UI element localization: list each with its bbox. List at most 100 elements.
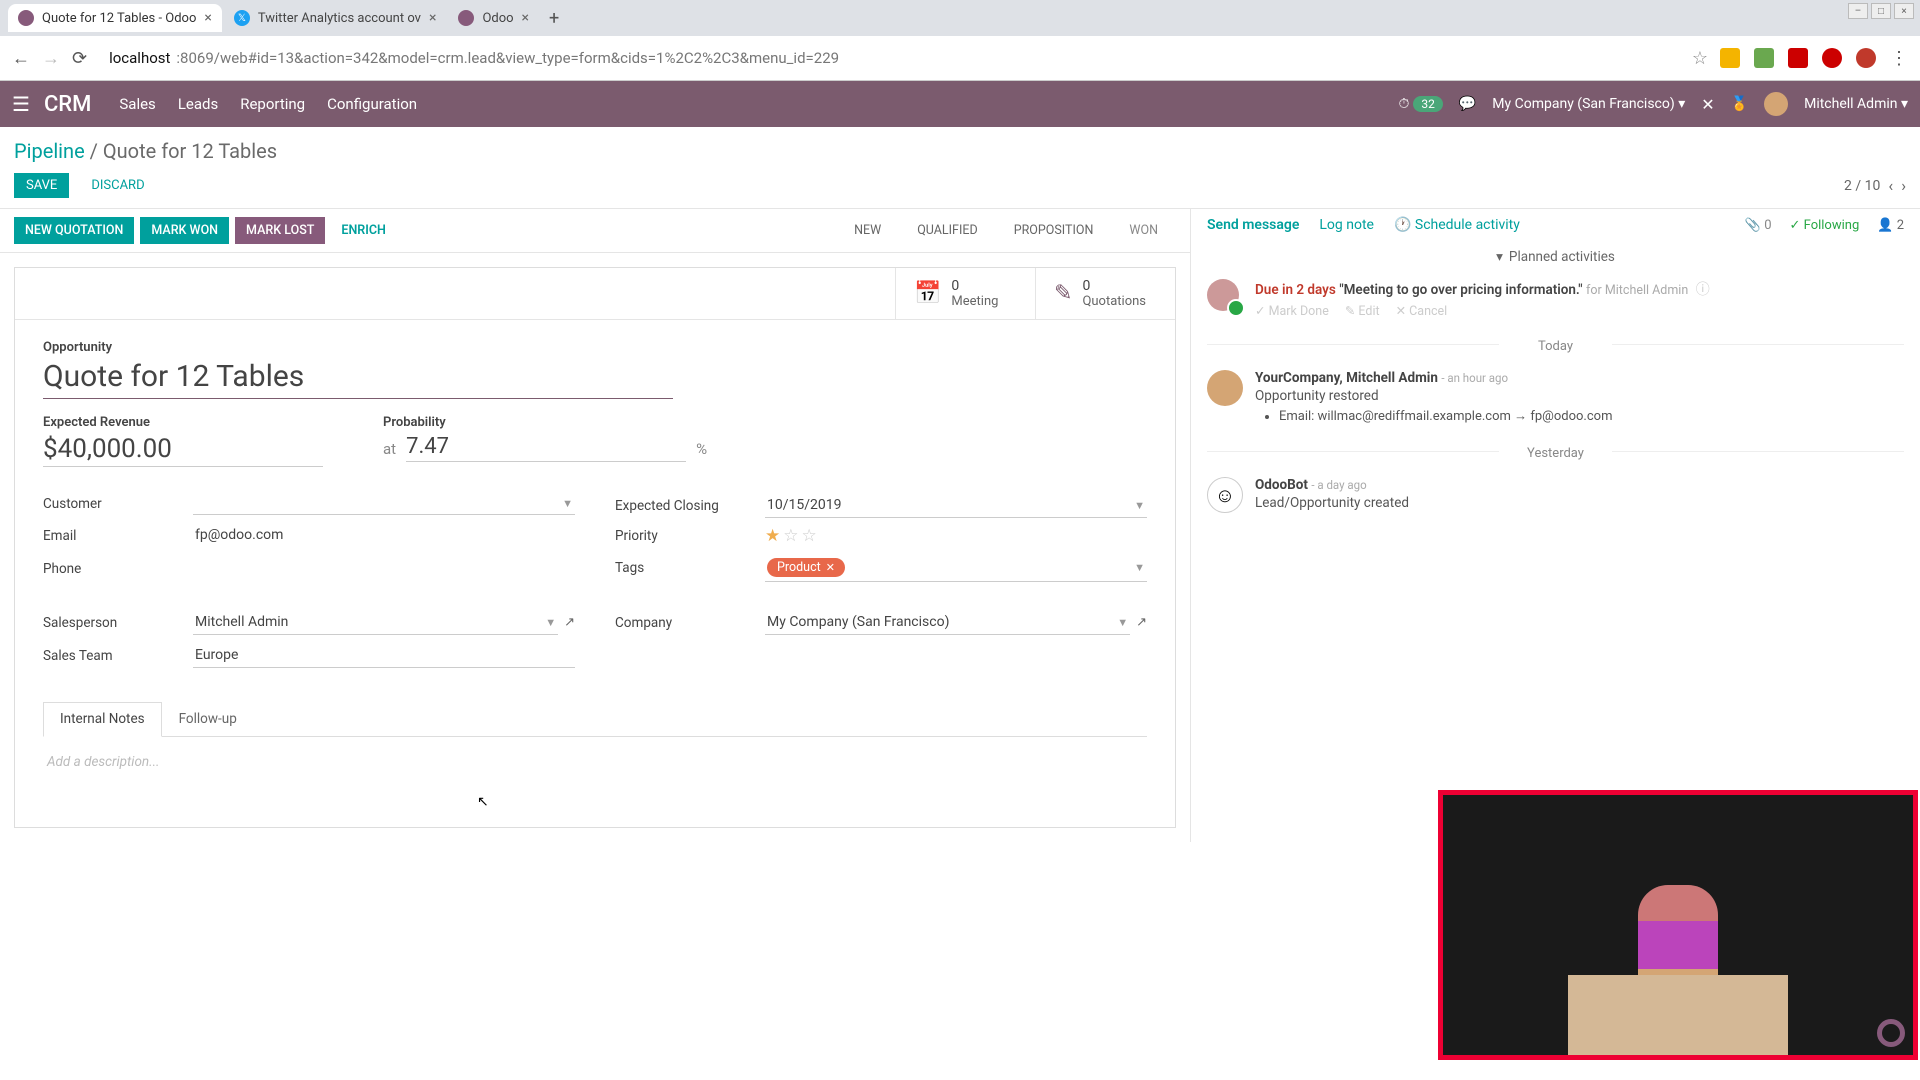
user-avatar-icon[interactable] [1764, 92, 1788, 116]
star-icon[interactable]: ★ [765, 526, 780, 546]
info-icon[interactable]: ⓘ [1696, 282, 1710, 298]
timer-icon[interactable]: ⏱ [1398, 96, 1409, 112]
email-input[interactable] [193, 523, 575, 548]
mark-lost-button[interactable]: MARK LOST [235, 217, 325, 244]
tab-internal-notes[interactable]: Internal Notes [43, 702, 162, 737]
close-systray-icon[interactable]: ✕ [1701, 95, 1714, 114]
following-button[interactable]: ✓ Following [1790, 218, 1860, 233]
ext-icon-2[interactable] [1754, 48, 1774, 68]
minimize-icon[interactable]: – [1848, 3, 1868, 19]
browser-tab-0[interactable]: Quote for 12 Tables - Odoo × [8, 4, 222, 32]
star-icon[interactable]: ☆ [802, 526, 817, 546]
achievements-icon[interactable]: 🏅 [1731, 96, 1748, 112]
star-icon[interactable]: ☆ [1692, 48, 1708, 69]
bot-avatar-icon: ☺ [1207, 477, 1243, 513]
followers-button[interactable]: 👤 2 [1877, 218, 1904, 233]
save-button[interactable]: SAVE [14, 173, 69, 198]
menu-sales[interactable]: Sales [119, 95, 155, 113]
back-icon[interactable]: ← [12, 48, 30, 69]
tag-chip[interactable]: Product✕ [767, 558, 845, 577]
attachment-button[interactable]: 📎 0 [1745, 218, 1772, 233]
stage-qualified[interactable]: QUALIFIED [899, 217, 995, 244]
stage-proposition[interactable]: PROPOSITION [996, 217, 1112, 244]
ext-icon-3[interactable] [1788, 48, 1808, 68]
external-link-icon[interactable]: ↗ [1136, 615, 1147, 630]
stat-label: Meeting [951, 294, 998, 309]
pager-next-icon[interactable]: › [1901, 176, 1906, 195]
mark-won-button[interactable]: MARK WON [140, 217, 229, 244]
external-link-icon[interactable]: ↗ [564, 615, 575, 630]
salesteam-select[interactable]: Europe▼ [193, 643, 575, 668]
stat-quotations-button[interactable]: ✎ 0 Quotations [1035, 268, 1175, 319]
button-row: SAVE DISCARD 2 / 10 ‹ › [0, 169, 1920, 209]
stat-label: Quotations [1082, 294, 1146, 309]
menu-reporting[interactable]: Reporting [240, 95, 305, 113]
ext-icon-1[interactable] [1720, 48, 1740, 68]
browser-tab-2[interactable]: Odoo × [448, 4, 539, 32]
discard-button[interactable]: DISCARD [79, 173, 156, 198]
address-bar: ← → ⟳ localhost:8069/web#id=13&action=34… [0, 36, 1920, 80]
odoo-navbar: ☰ CRM Sales Leads Reporting Configuratio… [0, 81, 1920, 127]
opportunity-title-input[interactable]: Quote for 12 Tables [43, 355, 673, 399]
form-body: Opportunity Quote for 12 Tables Expected… [15, 320, 1175, 827]
close-icon[interactable]: × [429, 10, 436, 26]
edit-icon: ✎ [1054, 281, 1072, 306]
send-message-button[interactable]: Send message [1207, 217, 1299, 233]
chat-icon[interactable]: 💬 [1459, 96, 1476, 112]
user-menu[interactable]: Mitchell Admin ▾ [1804, 96, 1908, 112]
menu-leads[interactable]: Leads [178, 95, 218, 113]
expected-revenue-label: Expected Revenue [43, 415, 323, 430]
stage-won[interactable]: WON [1111, 217, 1176, 244]
close-icon[interactable]: × [204, 10, 211, 26]
menu-configuration[interactable]: Configuration [327, 95, 417, 113]
chevron-down-icon: ▾ [1496, 249, 1503, 265]
enrich-button[interactable]: ENRICH [331, 218, 395, 243]
window-controls: – □ × [1848, 3, 1914, 19]
tags-select[interactable]: Product✕ ▼ [765, 554, 1147, 582]
stage-new[interactable]: NEW [836, 217, 899, 244]
phone-input[interactable] [193, 556, 575, 581]
salesperson-select[interactable]: Mitchell Admin▼ [193, 610, 558, 635]
log-note-button[interactable]: Log note [1319, 217, 1374, 233]
apps-icon[interactable]: ☰ [12, 92, 30, 116]
mark-done-button[interactable]: ✓ Mark Done [1255, 303, 1329, 319]
stat-meeting-button[interactable]: 📅 0 Meeting [895, 268, 1035, 319]
customer-select[interactable]: ▼ [193, 493, 575, 515]
company-select[interactable]: My Company (San Francisco)▼ [765, 610, 1130, 635]
description-textarea[interactable]: Add a description... [43, 737, 1147, 807]
star-icon[interactable]: ☆ [783, 526, 798, 546]
main-content: NEW QUOTATION MARK WON MARK LOST ENRICH … [0, 209, 1920, 842]
forward-icon[interactable]: → [42, 48, 60, 69]
status-stages: NEW QUALIFIED PROPOSITION WON [836, 217, 1176, 244]
profile-avatar-icon[interactable] [1856, 48, 1876, 68]
pager-prev-icon[interactable]: ‹ [1888, 176, 1893, 195]
extension-icons: ⋮ [1720, 48, 1908, 69]
planned-activities-header[interactable]: ▾Planned activities [1191, 241, 1920, 273]
email-label: Email [43, 528, 193, 544]
edit-activity-button[interactable]: ✎ Edit [1345, 303, 1380, 319]
breadcrumb-root[interactable]: Pipeline [14, 139, 85, 163]
priority-stars[interactable]: ★ ☆ ☆ [765, 526, 817, 546]
schedule-activity-button[interactable]: 🕐 Schedule activity [1394, 217, 1520, 233]
close-icon[interactable]: × [522, 10, 529, 26]
reload-icon[interactable]: ⟳ [72, 48, 87, 69]
url-input[interactable]: localhost:8069/web#id=13&action=342&mode… [99, 43, 1680, 73]
browser-tab-1[interactable]: 𝕏 Twitter Analytics account ov × [224, 4, 447, 32]
cancel-activity-button[interactable]: ✕ Cancel [1396, 303, 1448, 319]
remove-tag-icon[interactable]: ✕ [826, 561, 835, 574]
ext-icon-4[interactable] [1822, 48, 1842, 68]
probability-input[interactable]: 7.47 [406, 434, 686, 462]
maximize-icon[interactable]: □ [1871, 3, 1891, 19]
app-brand[interactable]: CRM [44, 92, 91, 117]
company-selector[interactable]: My Company (San Francisco) ▾ [1492, 96, 1685, 112]
new-tab-button[interactable]: + [541, 4, 567, 33]
url-host: localhost [109, 49, 170, 67]
kebab-menu-icon[interactable]: ⋮ [1890, 48, 1908, 69]
close-window-icon[interactable]: × [1894, 3, 1914, 19]
odoo-favicon [18, 10, 34, 26]
new-quotation-button[interactable]: NEW QUOTATION [14, 217, 134, 244]
tab-followup[interactable]: Follow-up [162, 702, 254, 736]
message-author: OdooBot [1255, 477, 1308, 493]
expected-revenue-input[interactable]: $40,000.00 [43, 434, 323, 467]
closing-date-input[interactable]: 10/15/2019▼ [765, 493, 1147, 518]
